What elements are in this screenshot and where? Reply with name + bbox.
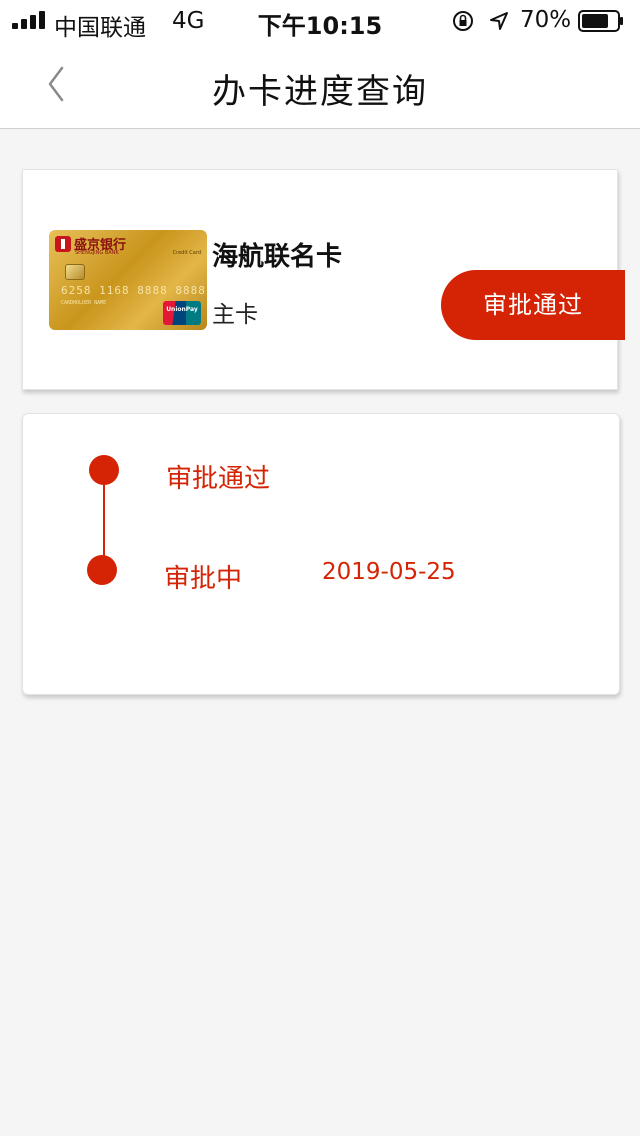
rotation-lock-icon xyxy=(453,11,473,31)
card-name: 海航联名卡 xyxy=(212,242,343,272)
card-info-panel: 盛京银行 SHENGJING BANK Credit Card 6258 116… xyxy=(22,169,625,390)
location-arrow-icon xyxy=(490,12,508,30)
bank-card-image: 盛京银行 SHENGJING BANK Credit Card 6258 116… xyxy=(49,230,207,330)
bank-card-holder: CARDHOLDER NAME xyxy=(61,300,107,306)
battery-percent: 70% xyxy=(520,7,572,33)
page-title: 办卡进度查询 xyxy=(212,72,428,112)
timeline-step-label: 审批通过 xyxy=(166,464,271,494)
status-bar: 中国联通 4G 下午10:15 70% xyxy=(0,0,640,41)
bank-card-bank-name-en: SHENGJING BANK xyxy=(75,250,119,256)
approval-status-badge[interactable]: 审批通过 xyxy=(441,270,625,340)
nav-bar: 办卡进度查询 xyxy=(0,40,640,129)
battery-icon xyxy=(578,10,623,32)
bank-card-number: 6258 1168 8888 8888 xyxy=(61,284,206,297)
timeline-dot xyxy=(89,455,119,485)
card-chip-icon xyxy=(65,264,85,280)
unionpay-label: UnionPay xyxy=(166,306,198,313)
timeline-dot xyxy=(87,555,117,585)
progress-timeline-panel: 审批通过 审批中 2019-05-25 xyxy=(22,413,620,695)
bank-card-tag: Credit Card xyxy=(172,250,201,256)
card-type: 主卡 xyxy=(212,302,258,328)
bank-logo-icon xyxy=(55,236,71,252)
timeline-step-label: 审批中 xyxy=(164,564,243,594)
timeline-step-date: 2019-05-25 xyxy=(322,559,456,585)
unionpay-logo-icon: UnionPay xyxy=(163,301,201,325)
